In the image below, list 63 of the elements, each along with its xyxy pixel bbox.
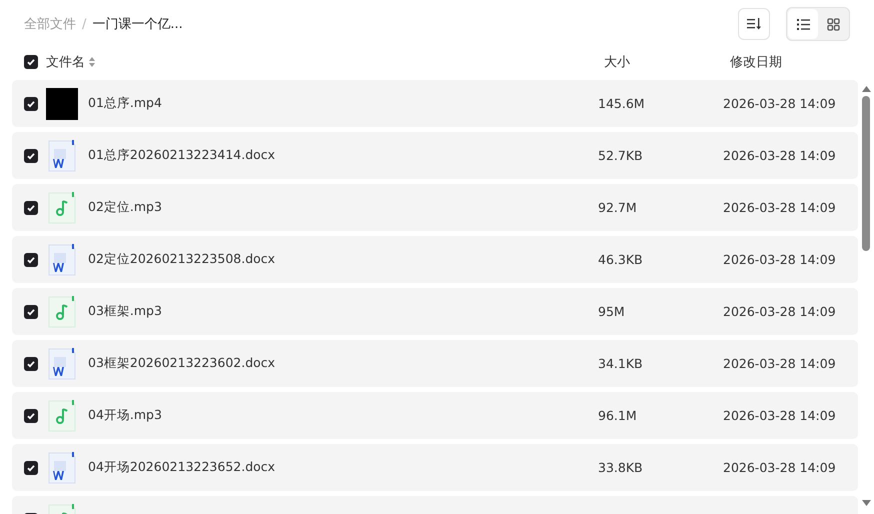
column-header[interactable]: 大小 bbox=[604, 53, 730, 71]
modified-date: 2026-03-28 14:09 bbox=[723, 200, 836, 215]
word-file-icon bbox=[48, 244, 76, 276]
modified-date: 2026-03-28 14:09 bbox=[723, 96, 836, 111]
checkbox[interactable] bbox=[24, 148, 38, 162]
checkbox[interactable] bbox=[24, 55, 38, 69]
file-row[interactable]: 03框架.mp3 95M 2026-03-28 14:09 bbox=[12, 288, 858, 335]
scroll-up-icon[interactable] bbox=[862, 86, 870, 92]
file-size: 145.6M bbox=[598, 96, 646, 111]
file-name: 04开场.mp3 bbox=[88, 407, 163, 424]
file-size: 34.1KB bbox=[598, 356, 644, 371]
modified-date: 2026-03-28 14:09 bbox=[723, 252, 836, 267]
file-name: 01总序.mp4 bbox=[88, 95, 163, 112]
grid-view-icon bbox=[826, 18, 840, 30]
sort-icon bbox=[89, 57, 95, 67]
file-size: 96.1M bbox=[598, 408, 638, 423]
word-file-icon bbox=[48, 452, 76, 484]
sort-icon bbox=[747, 18, 761, 30]
file-name: 02定位.mp3 bbox=[88, 199, 163, 216]
file-row[interactable]: 01总序.mp4 145.6M 2026-03-28 14:09 bbox=[12, 80, 858, 127]
file-name: 02定位20260213223508.docx bbox=[88, 251, 276, 268]
file-row[interactable]: 02定位.mp3 92.7M 2026-03-28 14:09 bbox=[12, 184, 858, 231]
file-size: 46.3KB bbox=[598, 252, 644, 267]
file-size: 52.7KB bbox=[598, 148, 644, 163]
checkbox[interactable] bbox=[24, 252, 38, 266]
modified-date: 2026-03-28 14:09 bbox=[723, 356, 836, 371]
checkbox[interactable] bbox=[24, 96, 38, 110]
modified-date: 2026-03-28 14:09 bbox=[723, 148, 836, 163]
music-file-icon bbox=[48, 296, 76, 328]
column-header[interactable]: 修改日期 bbox=[730, 53, 782, 71]
sort-button[interactable] bbox=[738, 8, 770, 40]
scrollbar-thumb[interactable] bbox=[862, 96, 870, 251]
file-row[interactable]: 01总序20260213223414.docx 52.7KB 2026-03-28 14:09 bbox=[12, 132, 858, 179]
file-row[interactable]: 02定位20260213223508.docx 46.3KB 2026-03-28 14:09 bbox=[12, 236, 858, 283]
file-size: 95M bbox=[598, 304, 626, 319]
breadcrumb-current: 一门课一个亿... bbox=[92, 16, 183, 33]
checkbox[interactable] bbox=[24, 408, 38, 422]
checkbox[interactable] bbox=[24, 460, 38, 474]
music-file-icon bbox=[48, 192, 76, 224]
breadcrumb-separator: / bbox=[82, 16, 86, 32]
word-file-icon bbox=[48, 140, 76, 172]
modified-date: 2026-03-28 14:09 bbox=[723, 460, 836, 475]
checkbox[interactable] bbox=[24, 356, 38, 370]
file-row[interactable]: 03框架20260213223602.docx 34.1KB 2026-03-28 14:09 bbox=[12, 340, 858, 387]
video-thumbnail bbox=[46, 88, 78, 120]
list-view-icon bbox=[796, 18, 810, 30]
scroll-down-icon[interactable] bbox=[862, 500, 870, 506]
column-header[interactable]: 文件名 bbox=[46, 53, 604, 71]
modified-date: 2026-03-28 14:09 bbox=[723, 304, 836, 319]
checkbox[interactable] bbox=[24, 304, 38, 318]
music-file-icon bbox=[48, 400, 76, 432]
file-row[interactable]: 04开场20260213223652.docx 33.8KB 2026-03-28 14:09 bbox=[12, 444, 858, 491]
file-name: 01总序20260213223414.docx bbox=[88, 147, 276, 164]
file-size: 92.7M bbox=[598, 200, 638, 215]
checkbox[interactable] bbox=[24, 200, 38, 214]
word-file-icon bbox=[48, 348, 76, 380]
file-name: 03框架20260213223602.docx bbox=[88, 355, 276, 372]
modified-date: 2026-03-28 14:09 bbox=[723, 408, 836, 423]
view-mode-button[interactable] bbox=[788, 9, 818, 39]
file-name: 04开场20260213223652.docx bbox=[88, 459, 276, 476]
file-row[interactable]: 04开场.mp3 96.1M 2026-03-28 14:09 bbox=[12, 392, 858, 439]
file-name: 03框架.mp3 bbox=[88, 303, 163, 320]
file-size: 33.8KB bbox=[598, 460, 644, 475]
